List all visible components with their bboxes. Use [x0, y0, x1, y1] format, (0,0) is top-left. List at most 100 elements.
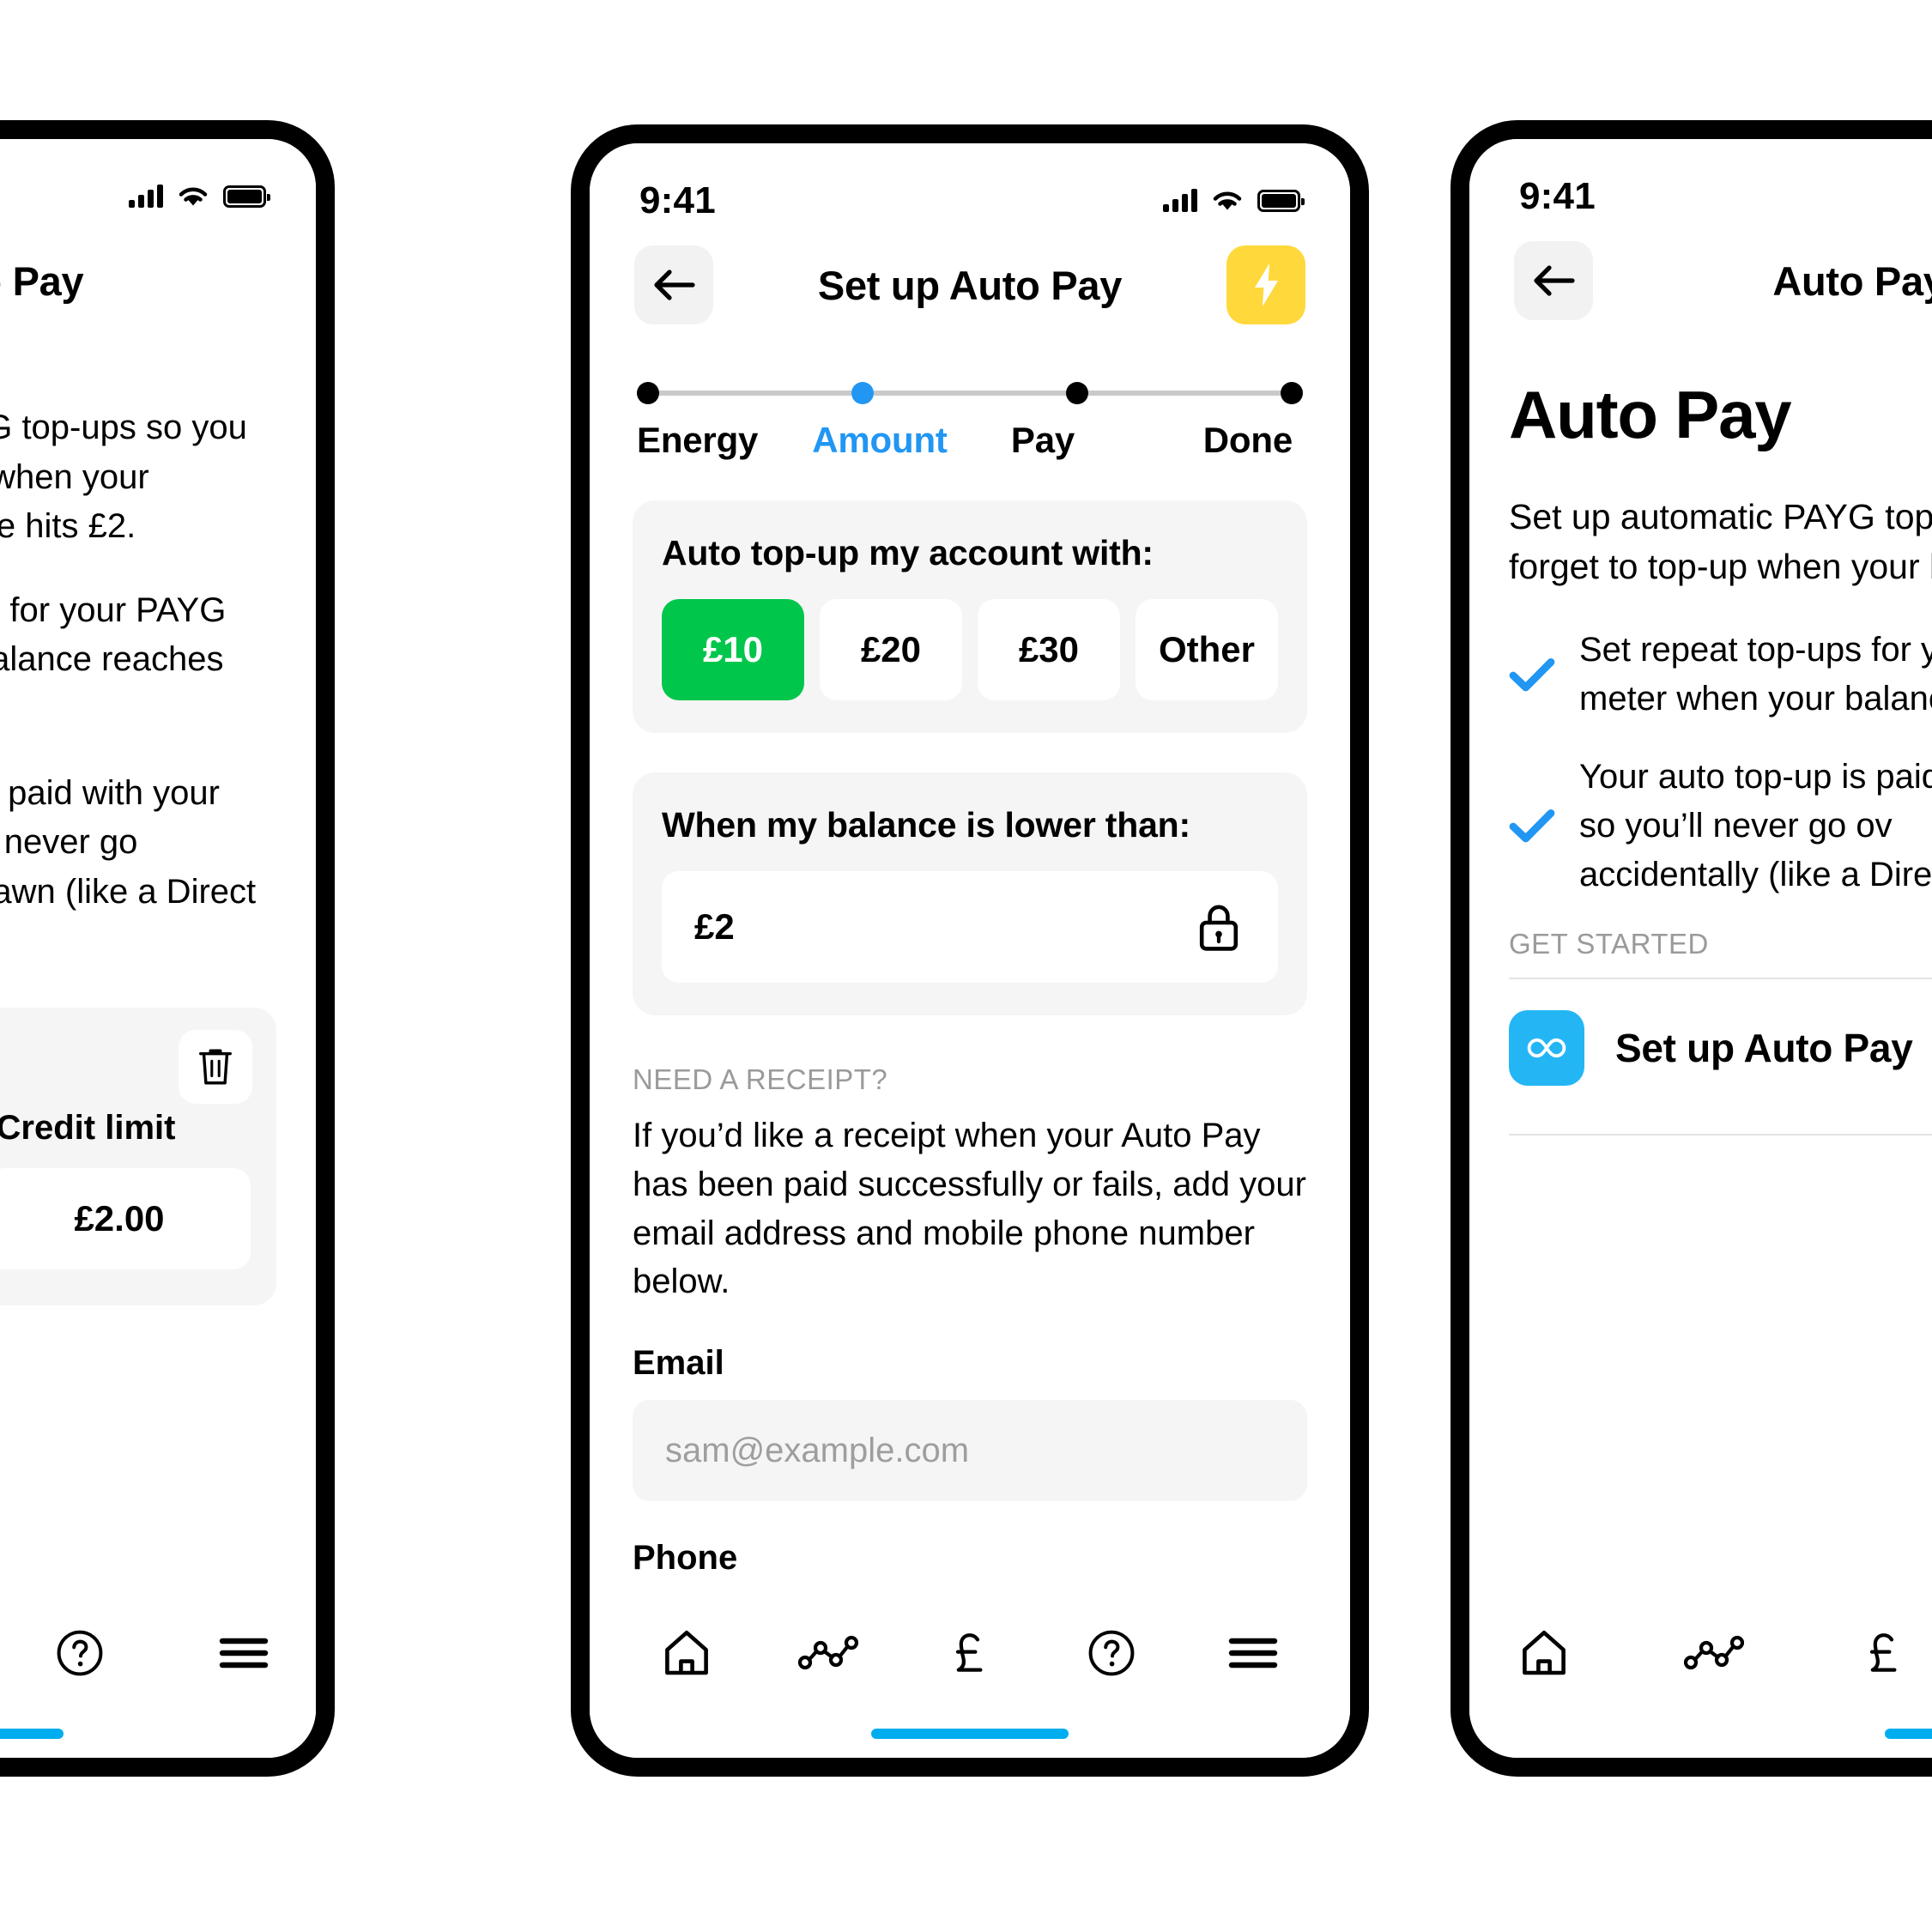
status-bar-left: 9:41 [0, 139, 316, 221]
balance-threshold-card: When my balance is lower than: £2 [633, 772, 1307, 1015]
left-paragraph-1: c PAYG top-ups so you never when your ba… [0, 409, 247, 546]
stepper-dots [637, 382, 1303, 404]
back-button[interactable] [634, 245, 713, 324]
topup-card-title: Auto top-up my account with: [662, 533, 1154, 572]
status-indicators-center [1163, 189, 1305, 213]
check-icon [1509, 657, 1555, 693]
amount-options: £10 £20 £30 Other [662, 599, 1278, 700]
status-bar-right: 9:41 [1469, 139, 1932, 221]
usage-graph-icon [797, 1634, 858, 1672]
step-label-energy: Energy [637, 420, 759, 460]
step-dot-amount[interactable] [851, 382, 874, 404]
delete-button[interactable] [179, 1029, 252, 1104]
receipt-eyebrow: NEED A RECEIPT? [633, 1063, 888, 1095]
wifi-icon [177, 185, 209, 209]
threshold-card-title: When my balance is lower than: [662, 805, 1190, 845]
tab-payments-center[interactable] [933, 1616, 1007, 1690]
screen-left: 9:41 Auto Pay c PAYG top-ups so you neve… [0, 139, 316, 1758]
tab-menu-left[interactable] [210, 1616, 278, 1690]
get-started-header: GET STARTED [1509, 928, 1709, 960]
right-content: Auto Pay Set up automatic PAYG top-u for… [1469, 376, 1932, 1136]
credit-limit-card: Credit limit £2.00 [0, 1007, 276, 1305]
tab-help-left[interactable] [45, 1616, 113, 1690]
status-time-center: 9:41 [639, 179, 716, 221]
battery-icon [1257, 190, 1305, 212]
page-title-right: Auto Pay [1772, 257, 1932, 304]
status-bar-center: 9:41 [590, 143, 1350, 226]
left-paragraph-3: p-up is paid with your bank ll never go … [0, 773, 257, 911]
list-item: Your auto top-up is paid card, so you’ll… [1509, 753, 1932, 899]
tab-home-right[interactable] [1507, 1616, 1581, 1690]
topup-amount-card: Auto top-up my account with: £10 £20 £30… [633, 500, 1307, 733]
amount-option-other[interactable]: Other [1136, 599, 1278, 700]
infinity-icon [1509, 1010, 1584, 1087]
tab-payments-right[interactable] [1847, 1616, 1921, 1690]
phone-label: Phone [633, 1539, 738, 1578]
step-line-2 [874, 391, 1066, 396]
usage-graph-icon [1684, 1634, 1744, 1672]
page-title-left: Auto Pay [0, 257, 84, 304]
step-dot-done[interactable] [1281, 382, 1303, 404]
question-circle-icon [1087, 1629, 1136, 1677]
step-dot-pay[interactable] [1066, 382, 1088, 404]
lightning-bolt-icon [1251, 262, 1281, 308]
tab-bar-right [1469, 1595, 1932, 1758]
phone-right: 9:41 Auto Pay Auto Pay Set up automatic … [1451, 120, 1932, 1777]
tab-menu-center[interactable] [1216, 1616, 1290, 1690]
intro-copy: Set up automatic PAYG top-u forget to to… [1509, 497, 1932, 587]
pound-icon [1862, 1629, 1906, 1677]
battery-icon [223, 185, 270, 208]
amount-option-10[interactable]: £10 [662, 599, 804, 700]
home-indicator-right [1885, 1729, 1932, 1739]
amount-option-20[interactable]: £20 [820, 599, 962, 700]
tab-help-center[interactable] [1075, 1616, 1148, 1690]
arrow-left-icon [651, 267, 696, 303]
credit-limit-value[interactable]: £2.00 [0, 1167, 251, 1269]
tab-home-center[interactable] [650, 1616, 724, 1690]
email-input[interactable]: sam@example.com [633, 1400, 1307, 1502]
email-label: Email [633, 1344, 724, 1383]
checklist-text-2: Your auto top-up is paid card, so you’ll… [1579, 758, 1932, 893]
threshold-field[interactable]: £2 [662, 871, 1278, 983]
hamburger-icon [219, 1636, 269, 1670]
signal-bars-icon [1163, 189, 1197, 212]
step-label-pay: Pay [1010, 420, 1075, 460]
phone-center: 9:41 Set up Auto Pay Energy Amount Pay D… [571, 124, 1369, 1777]
step-label-amount: Amount [812, 420, 948, 460]
divider-bottom [1509, 1134, 1932, 1136]
threshold-value: £2 [694, 906, 735, 947]
quick-action-button[interactable] [1226, 245, 1305, 324]
home-indicator-center [871, 1729, 1069, 1739]
checklist-text-1: Set repeat top-ups for yo meter when you… [1579, 631, 1932, 718]
signal-bars-icon [129, 185, 163, 208]
benefits-checklist: Set repeat top-ups for yo meter when you… [1509, 626, 1932, 899]
status-indicators-left [129, 185, 270, 209]
nav-bar-left: Auto Pay [0, 221, 316, 324]
pound-icon [948, 1629, 992, 1677]
check-icon [1509, 808, 1555, 844]
home-indicator-left [0, 1729, 64, 1739]
left-content: c PAYG top-ups so you never when your ba… [0, 403, 316, 1305]
screenshot-canvas: 9:41 Auto Pay c PAYG top-ups so you neve… [0, 0, 1932, 1932]
wifi-icon [1211, 189, 1244, 213]
page-title-center: Set up Auto Pay [817, 262, 1123, 308]
trash-icon [196, 1045, 235, 1088]
amount-option-30[interactable]: £30 [978, 599, 1120, 700]
left-paragraph-2: op-ups for your PAYG your balance reache… [0, 591, 227, 679]
hamburger-icon [1228, 1636, 1278, 1670]
tab-usage-right[interactable] [1677, 1616, 1751, 1690]
step-line-1 [659, 391, 851, 396]
heading-auto-pay: Auto Pay [1509, 377, 1792, 452]
receipt-body: If you’d like a receipt when your Auto P… [633, 1117, 1306, 1301]
step-label-done: Done [1202, 420, 1293, 460]
stepper-labels: Energy Amount Pay Done [637, 420, 1303, 461]
lock-icon [1196, 901, 1242, 953]
back-button-right[interactable] [1514, 241, 1593, 320]
home-icon [662, 1628, 712, 1678]
tab-usage-center[interactable] [791, 1616, 865, 1690]
step-dot-energy[interactable] [637, 382, 659, 404]
nav-bar-right: Auto Pay [1469, 221, 1932, 324]
progress-stepper: Energy Amount Pay Done [590, 329, 1350, 461]
get-started-row[interactable]: Set up Auto Pay [1509, 979, 1932, 1117]
list-item: Set repeat top-ups for yo meter when you… [1509, 626, 1932, 724]
